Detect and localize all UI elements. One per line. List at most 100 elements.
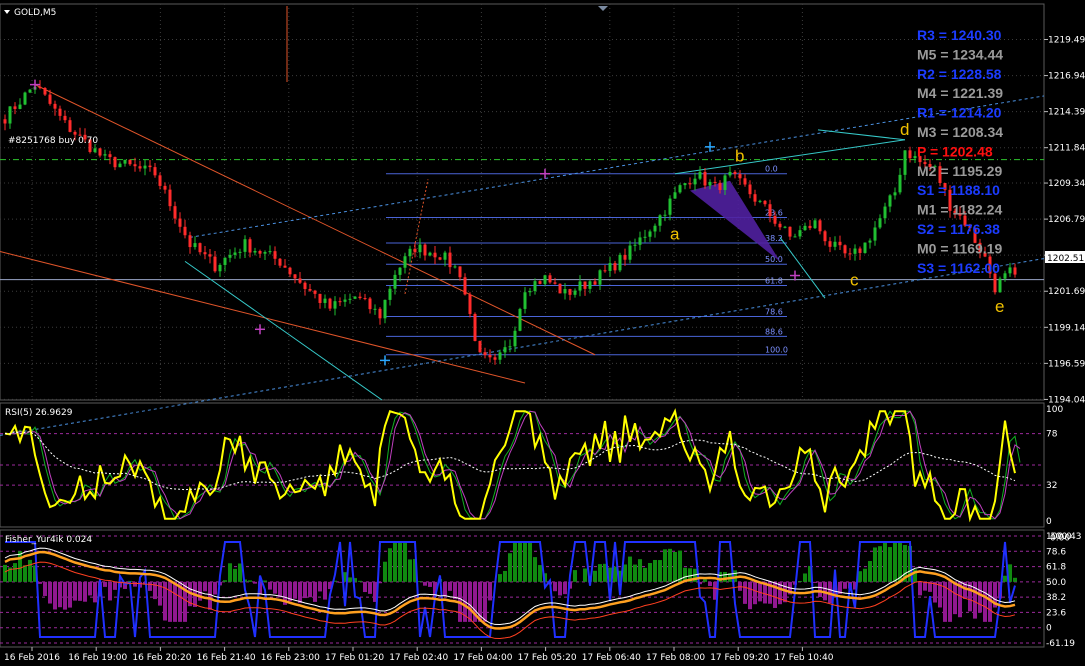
candle-body xyxy=(483,352,487,356)
candle-body xyxy=(328,298,332,309)
candle-body xyxy=(573,290,577,295)
candle-body xyxy=(768,204,772,217)
candle-body xyxy=(138,166,142,169)
candle-body xyxy=(648,231,652,237)
candle-body xyxy=(43,88,47,95)
candle-body xyxy=(308,288,312,291)
candle-body xyxy=(418,244,422,253)
fisher-histogram-bar xyxy=(518,541,522,582)
fisher-histogram-bar xyxy=(58,581,62,608)
fisher-histogram-bar xyxy=(893,541,897,582)
fisher-histogram-bar xyxy=(233,568,237,582)
candle-body xyxy=(673,192,677,199)
fisher-axis-label: 0 xyxy=(1046,624,1052,634)
candle-body xyxy=(583,281,587,289)
fisher-histogram-bar xyxy=(213,581,217,595)
candle-body xyxy=(528,291,532,293)
pivot-label-r3: R3 = 1240.30 xyxy=(917,27,1002,43)
candle-body xyxy=(498,352,502,360)
candle-body xyxy=(553,282,557,284)
fisher-histogram-bar xyxy=(338,581,342,583)
candle-body xyxy=(23,92,27,105)
candle-body xyxy=(703,171,707,186)
candle-body xyxy=(503,347,507,353)
x-axis-tick-label: 17 Feb 01:20 xyxy=(325,653,384,663)
fisher-histogram-bar xyxy=(523,541,527,582)
fisher-histogram-bar xyxy=(953,581,957,615)
candle-body xyxy=(783,226,787,228)
candle-body xyxy=(338,301,342,303)
fisher-histogram-bar xyxy=(408,559,412,582)
candle-body xyxy=(93,148,97,152)
candle-body xyxy=(743,178,747,185)
candle-body xyxy=(808,225,812,229)
pivot-label-m2: M2 = 1195.29 xyxy=(917,163,1002,179)
candle-body xyxy=(598,270,602,285)
fisher-histogram-bar xyxy=(818,581,822,598)
fisher-histogram-bar xyxy=(3,564,7,582)
candle-body xyxy=(293,274,297,279)
fisher-histogram-bar xyxy=(878,546,882,582)
candle-body xyxy=(413,248,417,253)
fisher-histogram-bar xyxy=(388,548,392,582)
candle-body xyxy=(188,235,192,248)
candle-body xyxy=(248,239,252,253)
candle-body xyxy=(873,227,877,241)
candle-body xyxy=(588,281,592,289)
fisher-histogram-bar xyxy=(203,581,207,592)
y-axis-tick-label: 1211.84 xyxy=(1048,144,1085,154)
candle-body xyxy=(393,274,397,289)
candle-body xyxy=(183,226,187,236)
y-axis-tick-label: 1199.14 xyxy=(1048,323,1085,333)
candle-body xyxy=(493,357,497,360)
x-axis-tick-label: 17 Feb 09:20 xyxy=(710,653,769,663)
fisher-histogram-bar xyxy=(598,564,602,582)
candle-body xyxy=(593,281,597,285)
fisher-histogram-bar xyxy=(813,581,817,583)
fisher-histogram-bar xyxy=(83,581,87,602)
candle-body xyxy=(793,236,797,238)
trading-chart[interactable]: 0.0 23.6 38.2 50.0 61.8 78.6 88.6 100.0 a b c d e 1… xyxy=(0,0,1085,666)
fisher-histogram-bar xyxy=(583,568,587,582)
candle-body xyxy=(828,241,832,247)
fisher-histogram-bar xyxy=(68,581,72,608)
fisher-histogram-bar xyxy=(323,581,327,600)
fisher-histogram-bar xyxy=(648,563,652,582)
fisher-histogram-bar xyxy=(228,563,232,582)
pivot-label-m5: M5 = 1234.44 xyxy=(917,46,1003,62)
fisher-histogram-bar xyxy=(923,581,927,591)
candle-body xyxy=(153,167,157,176)
x-axis-tick-label: 17 Feb 02:40 xyxy=(389,653,448,663)
candle-body xyxy=(853,248,857,254)
main-price-panel[interactable] xyxy=(0,3,1045,401)
candle-body xyxy=(868,240,872,243)
y-axis-tick-label: 1209.34 xyxy=(1048,179,1085,189)
fisher-axis-overlay-label: 0.00 xyxy=(1050,534,1070,544)
candle-body xyxy=(728,171,732,176)
candle-body xyxy=(28,89,32,93)
pattern-point-label: b xyxy=(735,147,744,166)
candle-body xyxy=(283,265,287,268)
fisher-histogram-bar xyxy=(448,581,452,591)
candle-body xyxy=(688,183,692,185)
candle-body xyxy=(1003,273,1007,279)
candle-body xyxy=(748,184,752,195)
candle-body xyxy=(453,266,457,268)
order-label[interactable]: #8251768 buy 0.70 xyxy=(8,136,98,146)
candle-body xyxy=(243,239,247,252)
candle-body xyxy=(533,281,537,292)
candle-body xyxy=(383,299,387,319)
fisher-histogram-bar xyxy=(268,581,272,590)
candle-body xyxy=(1008,267,1012,274)
candle-body xyxy=(718,182,722,190)
candle-body xyxy=(523,292,527,309)
candle-body xyxy=(683,183,687,186)
candle-body xyxy=(603,270,607,272)
candle-body xyxy=(468,294,472,314)
pivot-label-r1: R1 = 1214.20 xyxy=(917,105,1002,121)
candle-body xyxy=(168,189,172,207)
fib-level-label: 88.6 xyxy=(765,327,783,336)
candle-body xyxy=(128,159,132,165)
fisher-histogram-bar xyxy=(418,581,422,582)
candle-body xyxy=(408,248,412,257)
